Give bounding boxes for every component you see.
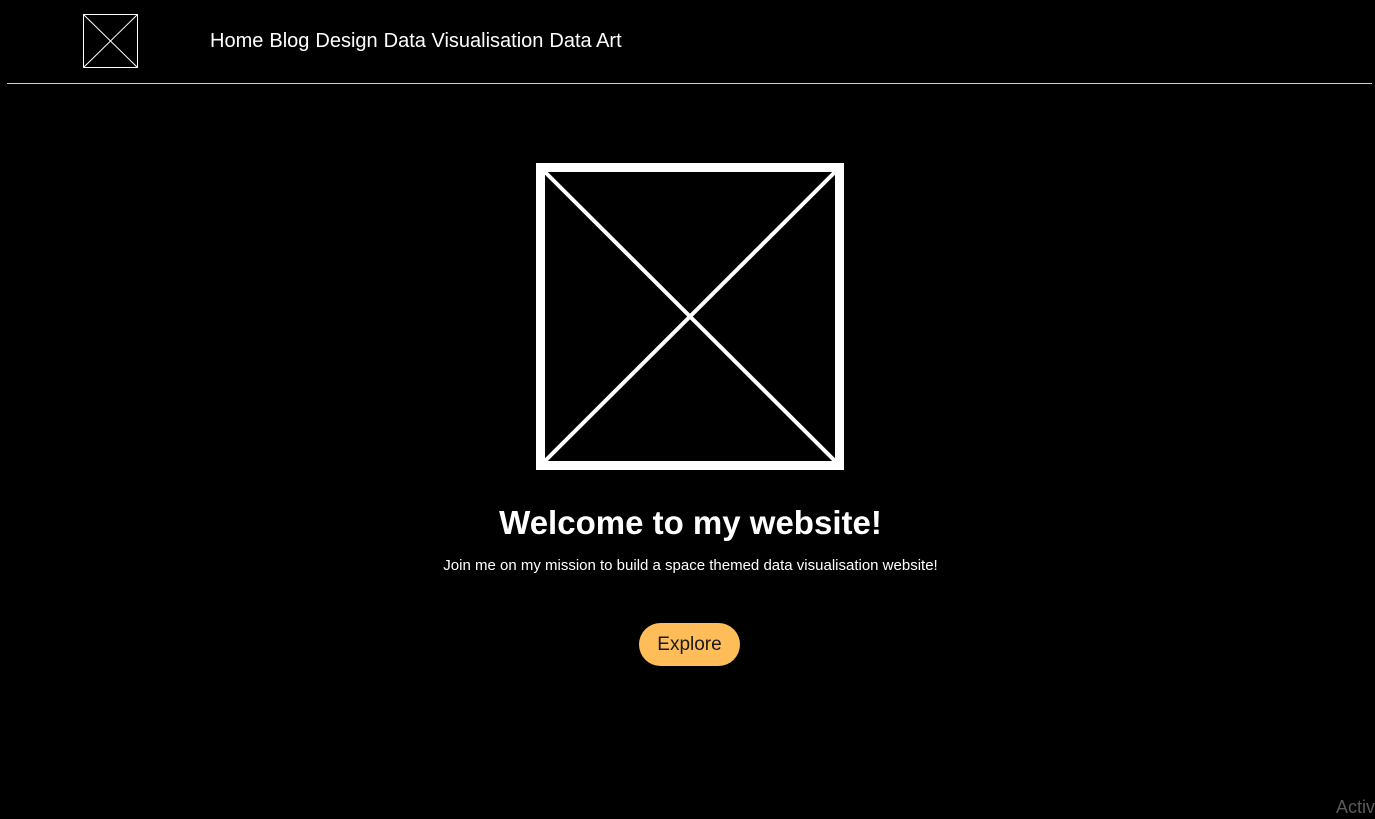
header-divider: [7, 83, 1372, 84]
nav-link-home[interactable]: Home: [210, 29, 263, 53]
nav-link-data-visualisation[interactable]: Data Visualisation: [384, 29, 544, 53]
explore-button[interactable]: Explore: [639, 623, 740, 666]
page: Home Blog Design Data Visualisation Data…: [0, 0, 1375, 819]
logo-placeholder-icon[interactable]: [83, 14, 138, 68]
activation-watermark: Activ: [1336, 797, 1375, 817]
hero-title: Welcome to my website!: [499, 504, 882, 541]
nav-link-blog[interactable]: Blog: [269, 29, 309, 53]
hero-subtitle: Join me on my mission to build a space t…: [443, 557, 938, 574]
nav-link-design[interactable]: Design: [315, 29, 377, 53]
main-nav: Home Blog Design Data Visualisation Data…: [210, 29, 622, 53]
nav-link-data-art[interactable]: Data Art: [549, 29, 621, 53]
hero-image-placeholder-icon: [536, 163, 844, 470]
